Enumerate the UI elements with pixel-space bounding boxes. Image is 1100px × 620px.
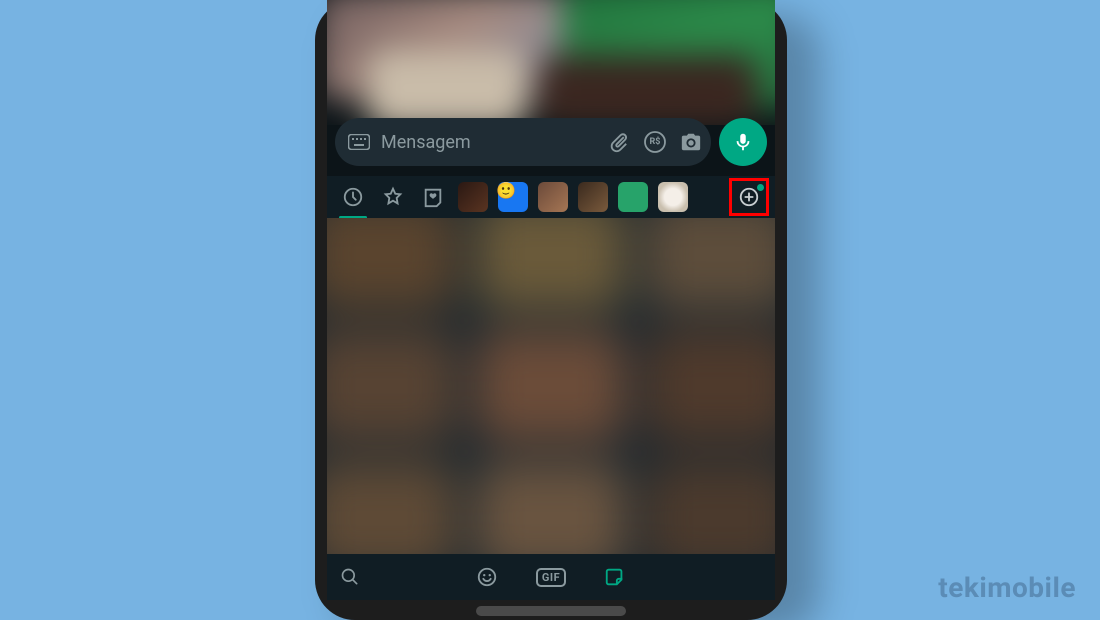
sticker-pack-3[interactable] <box>535 179 571 215</box>
stage: Mensagem R$ <box>0 0 1100 620</box>
camera-icon[interactable] <box>677 128 705 156</box>
tab-emoji[interactable] <box>469 559 505 595</box>
keyboard-icon[interactable] <box>345 128 373 156</box>
attach-icon[interactable] <box>605 128 633 156</box>
tab-favorites[interactable] <box>375 179 411 215</box>
screen: Mensagem R$ <box>327 0 775 600</box>
sticker-pack-4[interactable] <box>575 179 611 215</box>
tab-gif[interactable]: GIF <box>533 559 569 595</box>
sticker-pack-5[interactable] <box>615 179 651 215</box>
phone-chin <box>476 606 626 616</box>
tab-sticker[interactable] <box>597 559 633 595</box>
watermark: tekimobile <box>938 571 1076 604</box>
message-input[interactable]: Mensagem R$ <box>335 118 711 166</box>
search-stickers-button[interactable] <box>327 567 373 587</box>
sticker-pack-2[interactable]: 🙂 <box>495 179 531 215</box>
payment-icon[interactable]: R$ <box>641 128 669 156</box>
chat-background <box>327 0 775 125</box>
sticker-pack-1[interactable] <box>455 179 491 215</box>
sticker-pack-6[interactable] <box>655 179 691 215</box>
add-sticker-pack-button[interactable] <box>729 178 769 216</box>
sticker-tabs: 🙂 <box>327 176 775 218</box>
tab-heart[interactable] <box>415 179 451 215</box>
picker-type-row: GIF <box>327 554 775 600</box>
message-placeholder: Mensagem <box>381 132 597 153</box>
voice-message-button[interactable] <box>719 118 767 166</box>
new-pack-indicator <box>757 184 764 191</box>
message-input-row: Mensagem R$ <box>335 118 767 166</box>
tab-recent[interactable] <box>335 179 371 215</box>
phone-frame: Mensagem R$ <box>315 0 787 620</box>
sticker-grid[interactable] <box>327 218 775 554</box>
